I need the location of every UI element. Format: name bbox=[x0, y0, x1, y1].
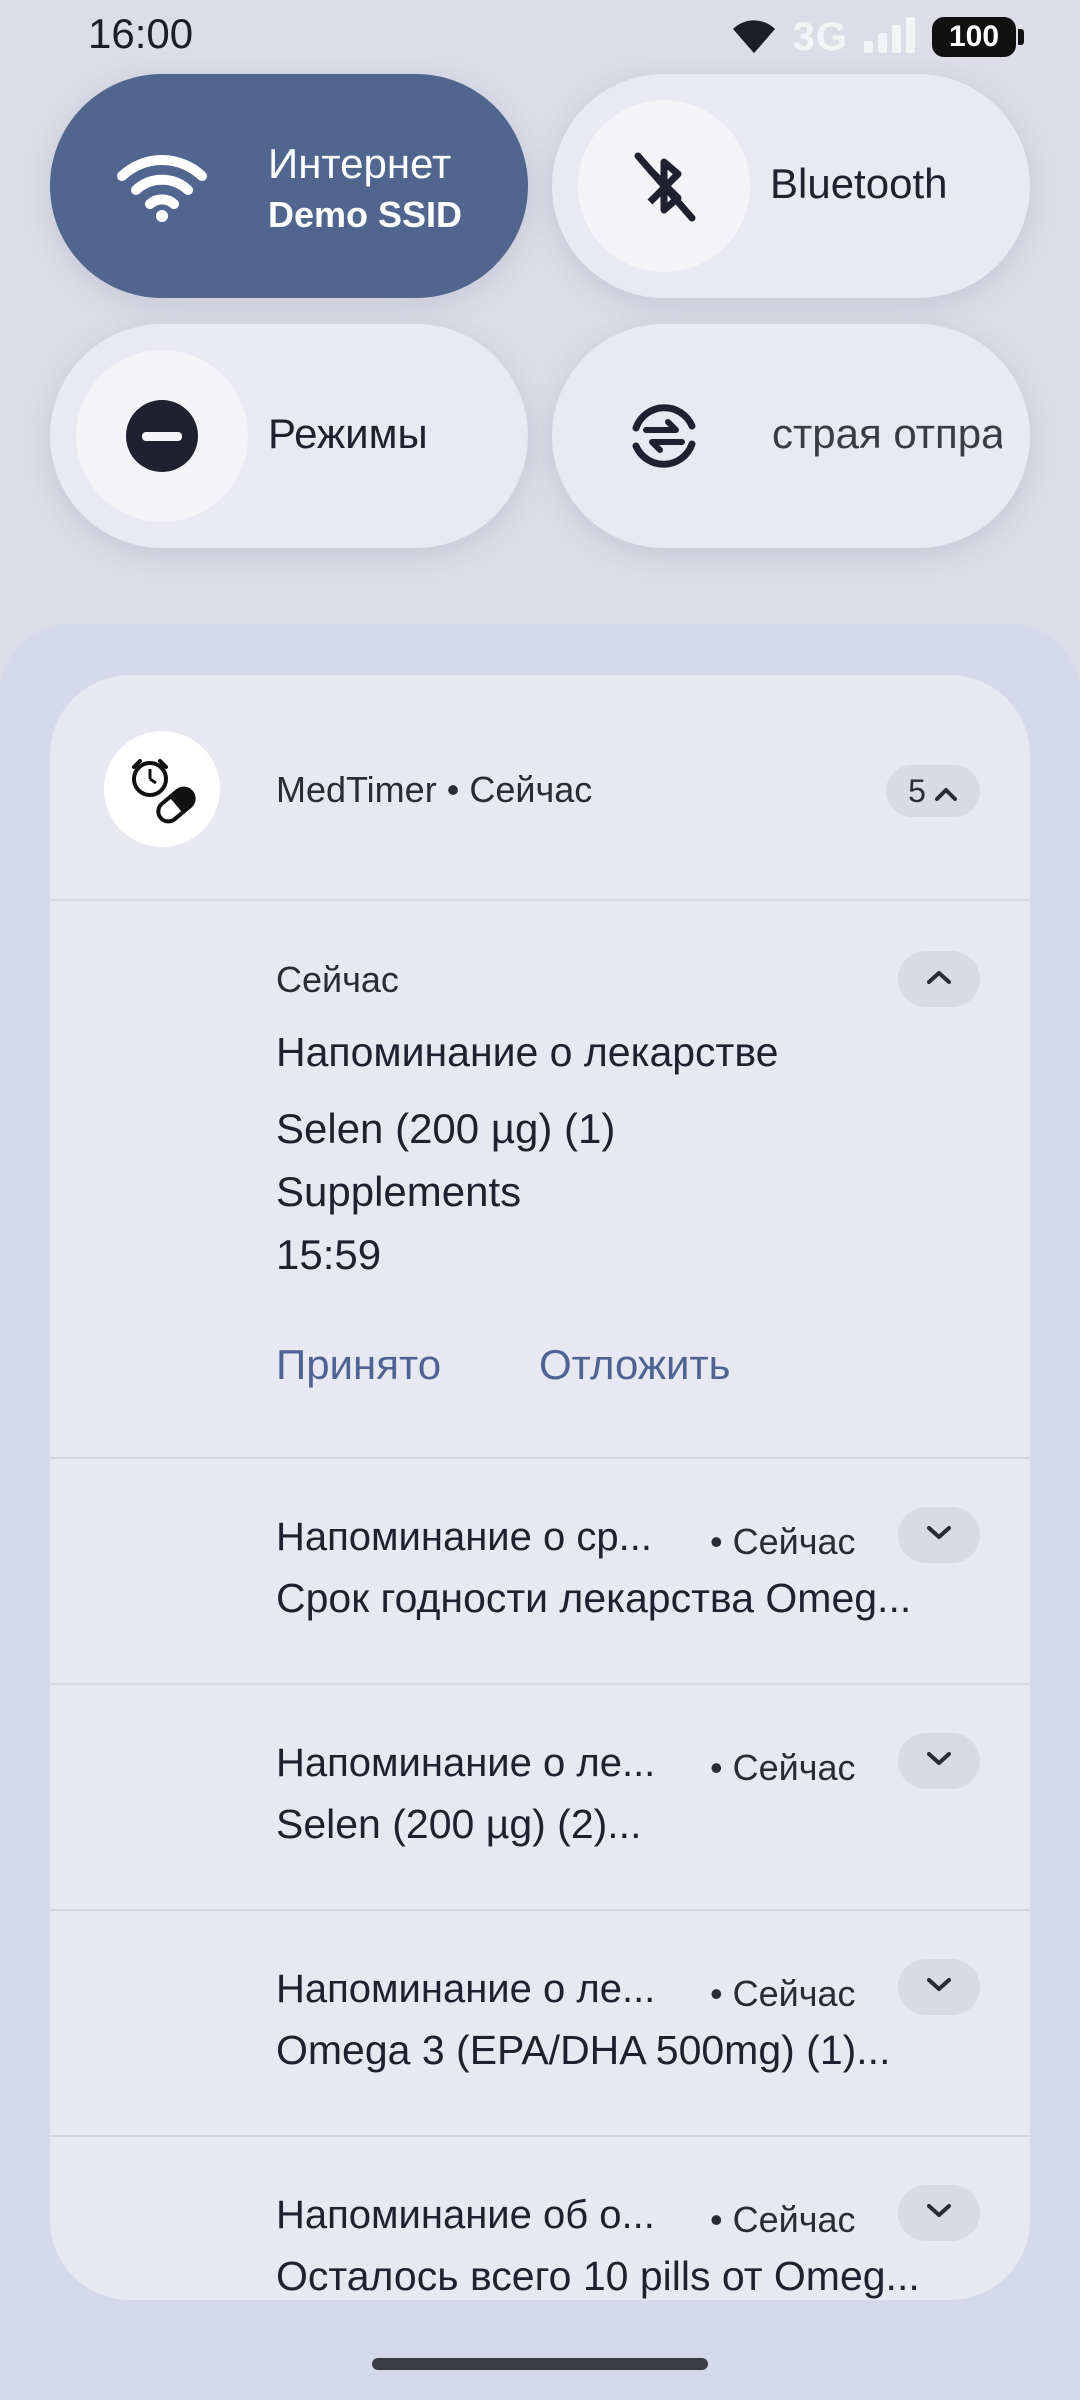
expand-button[interactable] bbox=[898, 1507, 980, 1563]
chevron-down-icon bbox=[926, 1525, 952, 1546]
quick-share-icon bbox=[578, 350, 750, 522]
item-title: Напоминание о ср... bbox=[276, 1515, 652, 1559]
tile-bluetooth[interactable]: Bluetooth bbox=[552, 74, 1030, 298]
chevron-up-icon bbox=[934, 773, 958, 810]
item-time: • Сейчас bbox=[710, 1973, 856, 2014]
item-time: • Сейчас bbox=[710, 1747, 856, 1788]
chevron-down-icon bbox=[926, 1977, 952, 1998]
chevron-down-icon bbox=[926, 2203, 952, 2224]
tile-internet-subtitle: Demo SSID bbox=[268, 194, 463, 235]
tile-internet[interactable]: Интернет Demo SSID bbox=[50, 74, 528, 298]
network-type: 3G bbox=[792, 14, 848, 59]
battery-level: 100 bbox=[948, 20, 1000, 53]
item-body: Осталось всего 10 pills от Omeg... bbox=[276, 2253, 920, 2299]
item-title: Напоминание о ле... bbox=[276, 1741, 656, 1785]
battery-icon: 100 bbox=[932, 17, 1024, 57]
expand-button[interactable] bbox=[898, 1959, 980, 2015]
expand-button[interactable] bbox=[898, 2185, 980, 2241]
divider bbox=[50, 899, 1030, 901]
status-time: 16:00 bbox=[88, 10, 194, 57]
expanded-body: Selen (200 µg) (1) Supplements 15:59 bbox=[276, 1097, 615, 1286]
medtimer-app-icon bbox=[104, 731, 220, 847]
do-not-disturb-icon bbox=[76, 350, 248, 522]
wifi-icon bbox=[76, 100, 248, 272]
app-name: MedTimer bbox=[276, 769, 437, 810]
divider bbox=[50, 1909, 1030, 1911]
notification-header: MedTimer • Сейчас bbox=[276, 769, 592, 811]
tile-internet-title: Интернет bbox=[268, 140, 452, 187]
home-gesture-handle[interactable] bbox=[372, 2358, 708, 2370]
expanded-time: Сейчас bbox=[276, 959, 399, 1000]
expanded-title: Напоминание о лекарстве bbox=[276, 1029, 779, 1075]
item-time: • Сейчас bbox=[710, 2199, 856, 2240]
item-body: Selen (200 µg) (2)... bbox=[276, 1801, 642, 1847]
item-body: Omega 3 (EPA/DHA 500mg) (1)... bbox=[276, 2027, 891, 2073]
status-bar: 16:00 3G 100 bbox=[0, 0, 1080, 72]
tile-quick-share-title: страя отпра bbox=[772, 410, 1002, 457]
divider bbox=[50, 1457, 1030, 1459]
taken-button[interactable]: Принято bbox=[276, 1341, 441, 1389]
expanded-line: Selen (200 µg) (1) bbox=[276, 1105, 616, 1152]
chevron-down-icon bbox=[926, 1751, 952, 1772]
expanded-line: Supplements bbox=[276, 1168, 522, 1215]
postpone-button[interactable]: Отложить bbox=[539, 1341, 731, 1389]
item-time: • Сейчас bbox=[710, 1521, 856, 1562]
divider bbox=[50, 2135, 1030, 2137]
chevron-up-icon bbox=[926, 969, 952, 990]
divider bbox=[50, 1683, 1030, 1685]
header-time: Сейчас bbox=[469, 769, 593, 810]
tile-modes[interactable]: Режимы bbox=[50, 324, 528, 548]
signal-icon bbox=[862, 15, 918, 60]
tile-modes-title: Режимы bbox=[268, 410, 428, 457]
expand-button[interactable] bbox=[898, 1733, 980, 1789]
item-body: Срок годности лекарства Omeg... bbox=[276, 1575, 912, 1621]
tile-bluetooth-title: Bluetooth bbox=[770, 160, 948, 207]
notification-group-medtimer[interactable]: MedTimer • Сейчас 5 Сейчас Напоминание о… bbox=[50, 675, 1030, 2300]
status-icons: 3G 100 bbox=[729, 14, 1024, 60]
expanded-line: 15:59 bbox=[276, 1231, 382, 1278]
item-title: Напоминание о ле... bbox=[276, 1967, 656, 2011]
header-separator: • bbox=[446, 769, 460, 810]
item-title: Напоминание об о... bbox=[276, 2193, 655, 2237]
collapse-button[interactable] bbox=[898, 951, 980, 1007]
tile-quick-share[interactable]: страя отпра bbox=[552, 324, 1030, 548]
notification-count: 5 bbox=[908, 772, 926, 809]
wifi-icon bbox=[729, 15, 779, 60]
group-expand-button[interactable]: 5 bbox=[886, 765, 980, 817]
bluetooth-off-icon bbox=[578, 100, 750, 272]
